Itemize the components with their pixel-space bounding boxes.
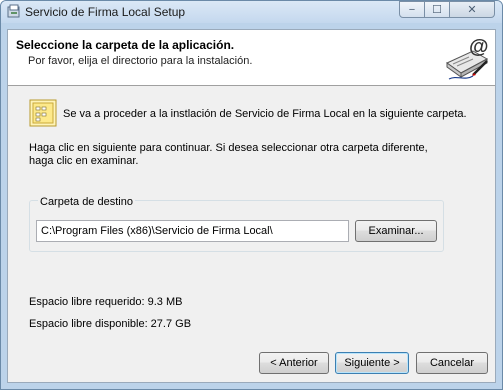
minimize-icon: − bbox=[408, 3, 416, 16]
instructions-text: Haga clic en siguiente para continuar. S… bbox=[29, 142, 459, 168]
window-title: Servicio de Firma Local Setup bbox=[25, 5, 186, 19]
email-signature-icon: @ bbox=[446, 36, 489, 80]
minimize-button[interactable]: − bbox=[399, 1, 425, 18]
back-button[interactable]: < Anterior bbox=[259, 352, 329, 374]
destination-folder-label: Carpeta de destino bbox=[38, 196, 135, 208]
folder-icon bbox=[29, 99, 57, 127]
instructions-line-1: Haga clic en siguiente para continuar. S… bbox=[29, 142, 428, 154]
page-subtitle: Por favor, elija el directorio para la i… bbox=[28, 55, 253, 67]
intro-text: Se va a proceder a la instlación de Serv… bbox=[63, 108, 467, 120]
available-space-text: Espacio libre disponible: 27.7 GB bbox=[29, 318, 192, 330]
close-button[interactable]: ✕ bbox=[449, 1, 495, 18]
cancel-button[interactable]: Cancelar bbox=[416, 352, 488, 374]
maximize-icon: ☐ bbox=[432, 4, 442, 16]
title-bar[interactable]: Servicio de Firma Local Setup − ☐ ✕ bbox=[1, 1, 502, 23]
maximize-button[interactable]: ☐ bbox=[424, 1, 450, 18]
page-title: Seleccione la carpeta de la aplicación. bbox=[16, 38, 235, 52]
installer-app-icon bbox=[7, 4, 20, 18]
next-button[interactable]: Siguiente > bbox=[335, 352, 409, 374]
browse-button[interactable]: Examinar... bbox=[355, 220, 437, 242]
wizard-header: Seleccione la carpeta de la aplicación. … bbox=[8, 30, 495, 86]
destination-path-input[interactable] bbox=[36, 220, 349, 242]
wizard-client-area: Seleccione la carpeta de la aplicación. … bbox=[7, 29, 496, 383]
close-icon: ✕ bbox=[467, 4, 477, 16]
installer-window: Servicio de Firma Local Setup − ☐ ✕ Sele… bbox=[0, 0, 503, 390]
instructions-line-2: haga clic en examinar. bbox=[29, 155, 139, 167]
svg-text:@: @ bbox=[469, 36, 489, 58]
required-space-text: Espacio libre requerido: 9.3 MB bbox=[29, 296, 183, 308]
